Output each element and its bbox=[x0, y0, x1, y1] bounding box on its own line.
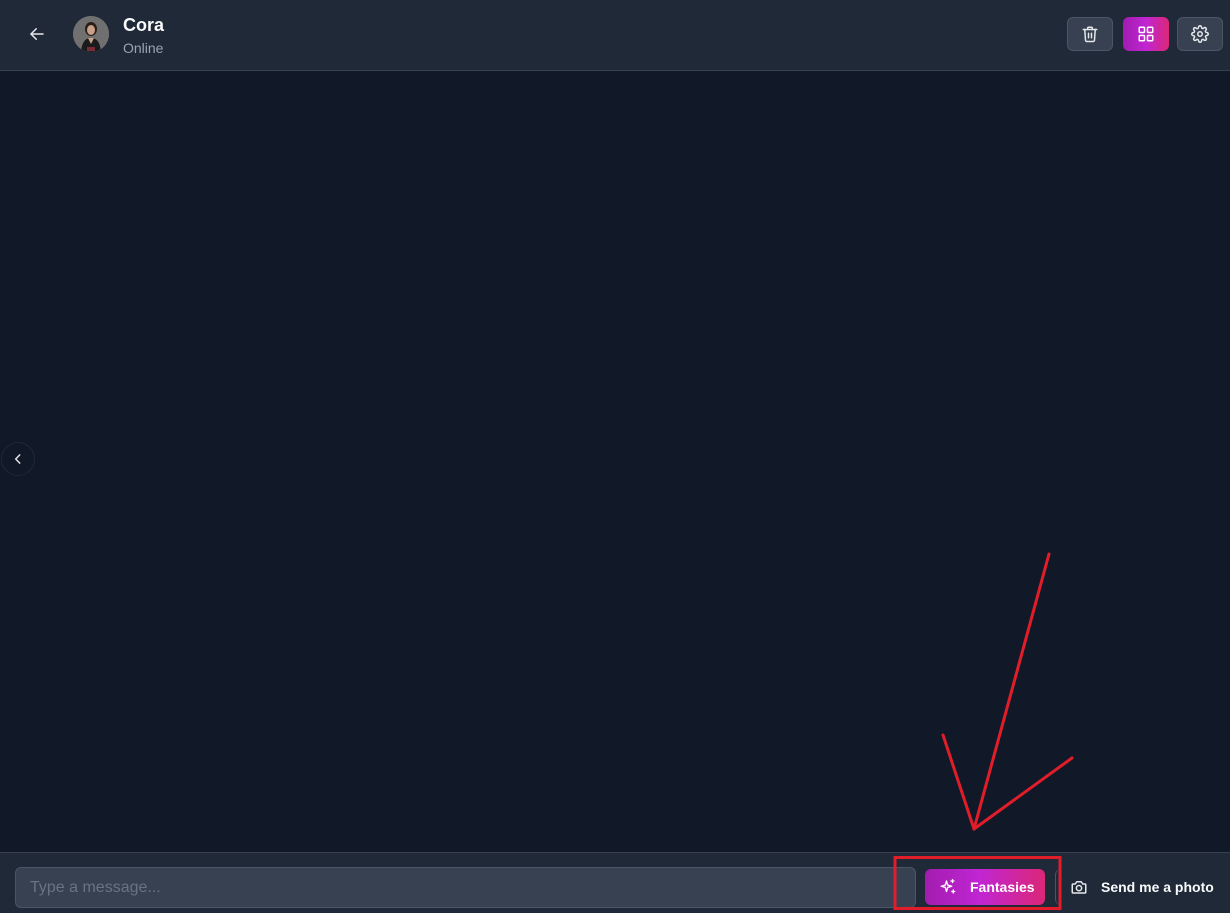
gear-icon bbox=[1191, 25, 1209, 43]
back-button[interactable] bbox=[22, 19, 52, 49]
composer-bar: Fantasies Send me a photo bbox=[0, 852, 1230, 913]
send-photo-label: Send me a photo bbox=[1101, 879, 1214, 895]
arrow-left-icon bbox=[30, 28, 44, 40]
chat-screen: Cora Online Type a message... Fantasies … bbox=[0, 0, 1230, 913]
gallery-button[interactable] bbox=[1123, 17, 1169, 51]
chevron-left-icon bbox=[14, 454, 21, 464]
contact-status: Online bbox=[123, 40, 164, 56]
avatar-image bbox=[73, 16, 109, 52]
avatar[interactable] bbox=[73, 16, 109, 52]
message-area bbox=[0, 71, 1230, 852]
contact-name: Cora bbox=[123, 15, 165, 35]
send-photo-button[interactable]: Send me a photo bbox=[1055, 869, 1225, 905]
sparkles-icon bbox=[940, 878, 956, 894]
sidebar-toggle-button[interactable] bbox=[1, 442, 35, 476]
delete-chat-button[interactable] bbox=[1067, 17, 1113, 51]
grid-icon bbox=[1138, 26, 1154, 42]
trash-icon bbox=[1082, 26, 1098, 43]
camera-icon bbox=[1071, 881, 1087, 894]
settings-button[interactable] bbox=[1177, 17, 1223, 51]
message-input[interactable] bbox=[15, 867, 916, 908]
fantasies-label: Fantasies bbox=[970, 879, 1035, 895]
fantasies-button[interactable]: Fantasies bbox=[925, 869, 1045, 905]
chat-header: Cora Online bbox=[0, 0, 1230, 71]
